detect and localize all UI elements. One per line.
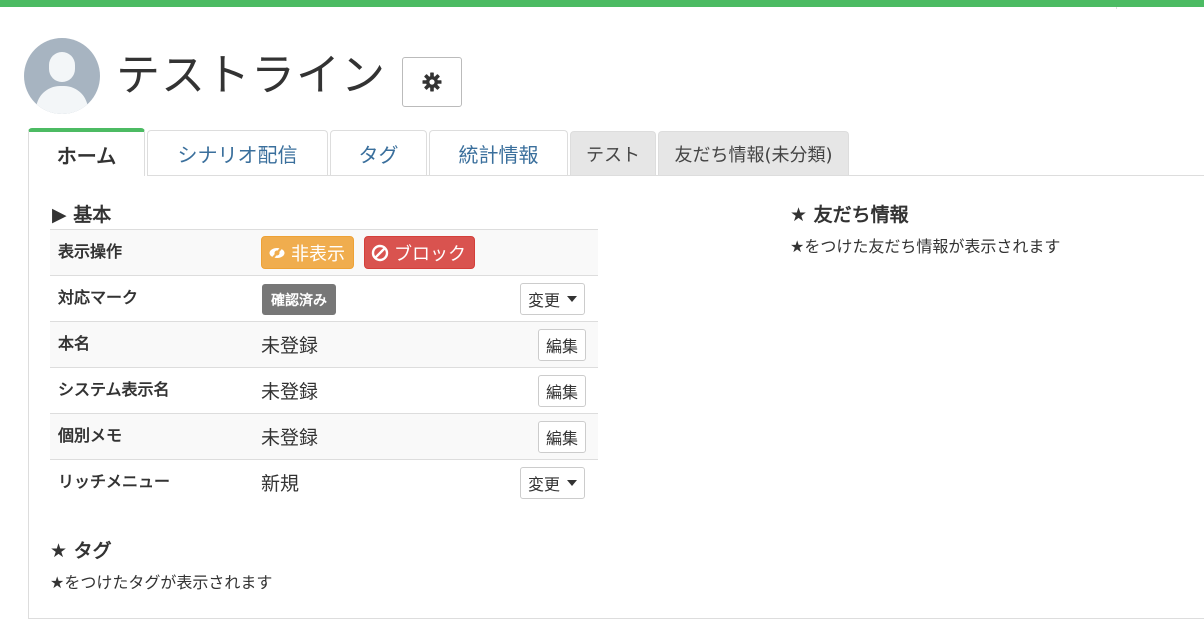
tab-scenario[interactable]: シナリオ配信 (147, 130, 328, 176)
basic-table: 表示操作 非表示 ブロック 対応マーク 確認済み 変更 本名 未登録 編集 シス… (50, 229, 598, 506)
tab-home[interactable]: ホーム (28, 128, 145, 176)
system-name-value: 未登録 (261, 381, 319, 403)
memo-value: 未登録 (261, 427, 319, 449)
settings-button[interactable] (402, 57, 462, 107)
real-name-edit-button[interactable]: 編集 (538, 329, 587, 361)
tab-bar: ホーム シナリオ配信 タグ 統計情報 テスト 友だち情報(未分類) (28, 128, 851, 176)
mark-change-dropdown[interactable]: 変更 (520, 283, 586, 315)
table-row: 本名 未登録 編集 (50, 322, 598, 368)
divider (1116, 7, 1117, 9)
table-row: 表示操作 非表示 ブロック (50, 230, 598, 276)
row-label: 対応マーク (58, 288, 139, 307)
block-button-label: ブロック (394, 243, 466, 265)
basic-section-title: ▶ 基本 (52, 204, 112, 226)
table-row: リッチメニュー 新規 変更 (50, 460, 598, 506)
caret-down-icon (567, 296, 578, 302)
hide-button[interactable]: 非表示 (261, 236, 354, 269)
tab-tag[interactable]: タグ (330, 130, 427, 176)
tags-hint: ★をつけたタグが表示されます (50, 573, 273, 592)
row-label: 表示操作 (58, 242, 123, 261)
rich-menu-change-dropdown[interactable]: 変更 (520, 467, 586, 499)
user-avatar-icon (24, 38, 100, 114)
gear-icon (422, 72, 442, 92)
table-row: 個別メモ 未登録 編集 (50, 414, 598, 460)
friend-info-hint: ★をつけた友だち情報が表示されます (790, 237, 1061, 256)
ban-icon (371, 244, 389, 262)
top-accent-bar (0, 0, 1204, 7)
tags-section-title: ★ タグ (50, 540, 112, 562)
change-label: 変更 (528, 291, 561, 310)
table-row: システム表示名 未登録 編集 (50, 368, 598, 414)
page-title: テストライン (116, 50, 386, 101)
tab-friend-info-uncategorized[interactable]: 友だち情報(未分類) (658, 131, 849, 176)
hide-button-label: 非表示 (291, 243, 345, 265)
rich-menu-value: 新規 (261, 473, 300, 495)
row-label: リッチメニュー (58, 472, 171, 491)
tab-statistics[interactable]: 統計情報 (429, 130, 568, 176)
caret-down-icon (567, 480, 578, 486)
status-badge: 確認済み (262, 284, 336, 315)
tab-test[interactable]: テスト (570, 131, 656, 176)
eye-slash-icon (268, 245, 286, 261)
page-header: テストライン (24, 38, 462, 114)
real-name-value: 未登録 (261, 335, 319, 357)
table-row: 対応マーク 確認済み 変更 (50, 276, 598, 322)
row-label: 個別メモ (58, 426, 123, 445)
row-label: 本名 (58, 334, 91, 353)
memo-edit-button[interactable]: 編集 (538, 421, 587, 453)
friend-info-section-title: ★ 友だち情報 (790, 204, 909, 226)
change-label: 変更 (528, 475, 561, 494)
system-name-edit-button[interactable]: 編集 (538, 375, 587, 407)
block-button[interactable]: ブロック (364, 236, 475, 269)
row-label: システム表示名 (58, 380, 170, 399)
